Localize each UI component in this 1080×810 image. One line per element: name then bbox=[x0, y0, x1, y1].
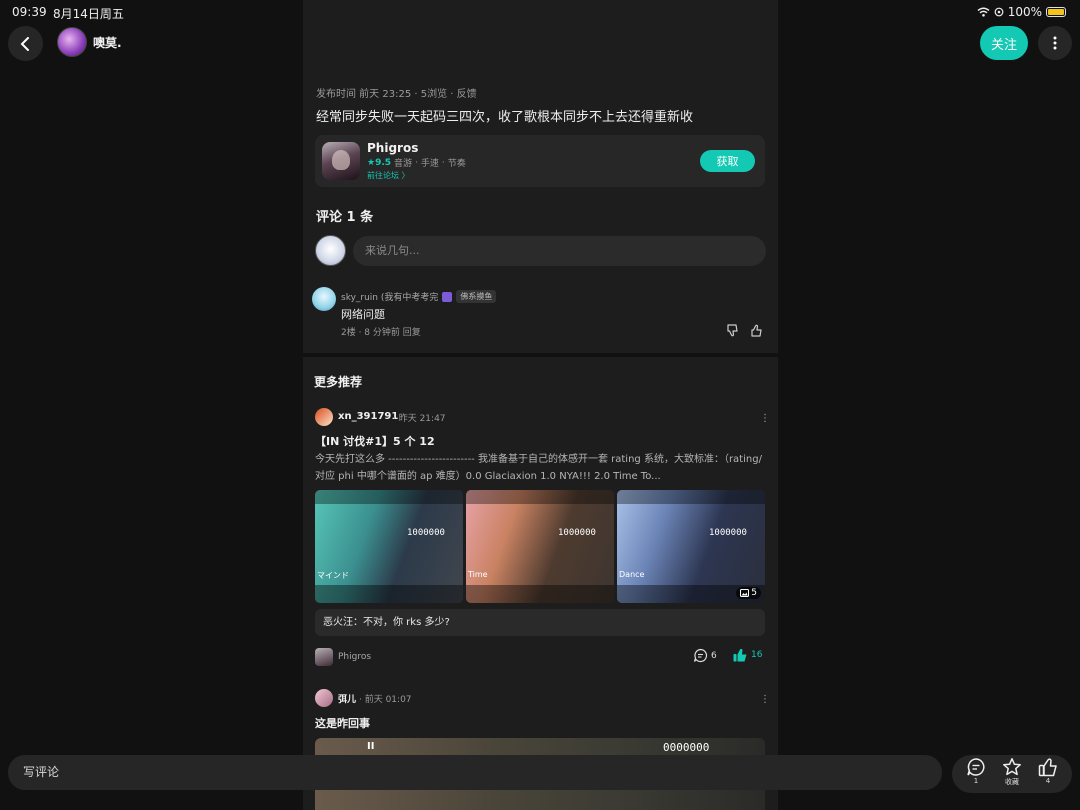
thumbs-up-filled-icon bbox=[733, 648, 747, 662]
app-icon bbox=[322, 142, 360, 180]
hot-comment[interactable]: 恶火汪：不对，你 rks 多少? bbox=[315, 609, 765, 636]
battery-fill bbox=[1048, 9, 1064, 15]
write-comment-input[interactable]: 写评论 bbox=[8, 755, 942, 790]
thumb-footer bbox=[466, 585, 614, 603]
post-menu-button[interactable]: ⋮ bbox=[760, 694, 770, 705]
battery-percent: 100% bbox=[1007, 5, 1042, 19]
bottom-favorite-label: 收藏 bbox=[1005, 778, 1019, 786]
game-icon bbox=[315, 648, 333, 666]
app-tags: ★9.5 音游 · 手速 · 节奏 bbox=[367, 156, 466, 170]
bottom-comment-button[interactable]: 1 bbox=[958, 757, 994, 785]
app-tag: 音游 bbox=[394, 159, 413, 169]
thumb-header bbox=[315, 490, 463, 504]
image-icon bbox=[740, 589, 750, 597]
pause-icon: II bbox=[367, 741, 375, 752]
post-image[interactable]: 1000000 マインド bbox=[315, 490, 463, 603]
comment-text: 网络问题 bbox=[341, 308, 385, 321]
post-meta: 发布时间 前天 23:25 · 5浏览 · 反馈 bbox=[316, 89, 477, 100]
app-tag: 手速 bbox=[420, 159, 439, 169]
post-excerpt[interactable]: 今天先打这么多 ------------------------ 我准备基于自己… bbox=[315, 451, 767, 485]
post-menu-button[interactable]: ⋮ bbox=[760, 413, 770, 424]
more-vertical-icon bbox=[1053, 36, 1057, 50]
app-rating: ★9.5 bbox=[367, 157, 392, 168]
post-time: · 前天 01:07 bbox=[359, 695, 412, 705]
comment-input[interactable]: 来说几句... bbox=[353, 236, 766, 266]
bottom-like-count: 4 bbox=[1045, 777, 1051, 785]
my-avatar bbox=[315, 235, 346, 266]
post-avatar[interactable] bbox=[315, 689, 333, 707]
post-like-button[interactable]: 16 bbox=[733, 648, 762, 662]
post-title[interactable]: 这是昨回事 bbox=[315, 715, 370, 731]
post-image[interactable]: 1000000 Dance 5 bbox=[617, 490, 765, 603]
thumb-header bbox=[617, 490, 765, 504]
post-comments-button[interactable]: 6 bbox=[693, 648, 717, 663]
thumb-footer bbox=[315, 585, 463, 603]
comment-icon bbox=[693, 648, 708, 663]
post-title[interactable]: 【IN 讨伐#1】5 个 12 bbox=[315, 433, 435, 449]
location-icon bbox=[994, 7, 1004, 17]
image-count: 5 bbox=[751, 588, 757, 598]
status-indicators: 100% bbox=[977, 5, 1066, 19]
app-tag-sep: · bbox=[415, 157, 418, 168]
thumbs-up-icon bbox=[1038, 758, 1057, 777]
comments-title: 评论 1 条 bbox=[316, 210, 374, 225]
thumbs-down-icon[interactable] bbox=[727, 324, 741, 337]
comment-user: sky_ruin (我有中考考完 佛系摸鱼 bbox=[341, 290, 497, 303]
comment-avatar[interactable] bbox=[312, 287, 336, 311]
bottom-favorite-button[interactable]: 收藏 bbox=[994, 757, 1030, 787]
cube-badge-icon bbox=[442, 291, 453, 302]
thumb-song: Time bbox=[468, 570, 488, 579]
post-time: · 昨天 21:47 bbox=[393, 414, 446, 424]
comment-icon bbox=[967, 758, 985, 776]
thumb-score: 1000000 bbox=[558, 528, 596, 538]
app-tag-sep: · bbox=[441, 157, 445, 168]
post-username[interactable]: xn_391791 bbox=[338, 411, 398, 422]
status-time: 09:39 bbox=[12, 5, 47, 19]
more-options-button[interactable] bbox=[1038, 26, 1072, 60]
video-score: 0000000 bbox=[663, 741, 710, 754]
section-divider bbox=[303, 353, 778, 357]
follow-button[interactable]: 关注 bbox=[980, 26, 1028, 60]
comment-username[interactable]: sky_ruin (我有中考考完 bbox=[341, 290, 438, 303]
image-count-badge: 5 bbox=[736, 587, 761, 599]
post-avatar[interactable] bbox=[315, 408, 333, 426]
content-panel: 发布时间 前天 23:25 · 5浏览 · 反馈 经常同步失败一天起码三四次，收… bbox=[303, 0, 778, 810]
battery-icon bbox=[1046, 7, 1066, 17]
bottom-action-group: 1 收藏 4 bbox=[952, 755, 1072, 793]
app-tag: 节奏 bbox=[447, 159, 466, 169]
thumb-header bbox=[466, 490, 614, 504]
thumb-song: Dance bbox=[619, 570, 645, 579]
app-card[interactable]: Phigros ★9.5 音游 · 手速 · 节奏 前往论坛 〉 获取 bbox=[315, 135, 765, 187]
thumbs-up-icon[interactable] bbox=[751, 324, 765, 337]
star-icon bbox=[1003, 758, 1021, 776]
post-username[interactable]: 弭儿 bbox=[338, 692, 356, 705]
comment-meta[interactable]: 2楼 · 8 分钟前 回复 bbox=[341, 325, 421, 338]
comment-user-badge: 佛系摸鱼 bbox=[456, 290, 497, 303]
author-name[interactable]: 噢莫. bbox=[93, 34, 122, 51]
recommend-title: 更多推荐 bbox=[314, 375, 363, 389]
forum-link[interactable]: 前往论坛 〉 bbox=[367, 170, 410, 181]
post-like-count: 16 bbox=[751, 650, 763, 660]
wifi-icon bbox=[977, 7, 990, 17]
post-game-tag[interactable]: Phigros bbox=[338, 652, 371, 662]
post-comment-count: 6 bbox=[711, 650, 717, 661]
post-body: 经常同步失败一天起码三四次，收了歌根本同步不上去还得重新收 bbox=[316, 110, 694, 125]
app-name: Phigros bbox=[367, 141, 419, 155]
bottom-comment-count: 1 bbox=[973, 777, 979, 785]
status-date: 8月14日周五 bbox=[53, 7, 124, 21]
chevron-left-icon bbox=[20, 36, 29, 51]
bottom-like-button[interactable]: 4 bbox=[1030, 757, 1066, 785]
thumb-score: 1000000 bbox=[407, 528, 445, 538]
back-button[interactable] bbox=[8, 26, 43, 61]
author-avatar[interactable] bbox=[57, 27, 87, 57]
thumb-score: 1000000 bbox=[709, 528, 747, 538]
post-image[interactable]: 1000000 Time bbox=[466, 490, 614, 603]
thumb-song: マインド bbox=[317, 571, 349, 580]
get-app-button[interactable]: 获取 bbox=[700, 150, 755, 172]
